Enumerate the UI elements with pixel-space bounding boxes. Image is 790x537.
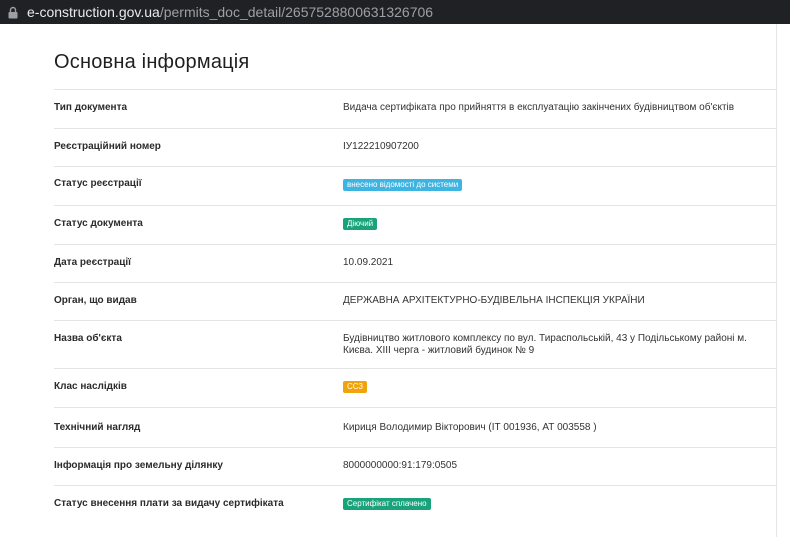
row-label: Статус документа — [54, 218, 143, 229]
row-label: Тип документа — [54, 102, 128, 113]
status-badge: Діючий — [343, 218, 378, 230]
url-path: /permits_doc_detail/2657528800631326706 — [159, 4, 434, 20]
payment-status-badge: Сертифікат сплачено — [343, 498, 431, 510]
info-row-technical-supervision: Технічний нагляд Кириця Володимир Віктор… — [54, 407, 776, 447]
row-label: Статус реєстрації — [54, 178, 142, 189]
row-label: Статус внесення плати за видачу сертифік… — [54, 498, 284, 509]
url-domain: e-construction.gov.ua — [27, 4, 160, 20]
page-title: Основна інформація — [54, 51, 250, 73]
info-row-registration-number: Реєстраційний номер ІУ122210907200 — [54, 128, 776, 166]
row-value: ІУ122210907200 — [343, 141, 419, 152]
info-row-object-name: Назва об'єкта Будівництво житлового комп… — [54, 320, 776, 368]
row-label: Технічний нагляд — [54, 422, 141, 433]
status-badge: внесено відомості до системи — [343, 179, 463, 191]
info-row-registration-status: Статус реєстрації внесено відомості до с… — [54, 166, 776, 205]
row-label: Реєстраційний номер — [54, 141, 161, 152]
row-label: Орган, що видав — [54, 295, 137, 306]
info-row-document-type: Тип документа Видача сертифіката про при… — [54, 89, 776, 128]
row-label: Дата реєстрації — [54, 257, 131, 268]
row-label: Назва об'єкта — [54, 333, 122, 344]
row-label: Клас наслідків — [54, 381, 127, 392]
lock-icon — [8, 6, 18, 19]
address-bar[interactable]: e-construction.gov.ua/permits_doc_detail… — [0, 0, 790, 24]
row-value: ДЕРЖАВНА АРХІТЕКТУРНО-БУДІВЕЛЬНА ІНСПЕКЦ… — [343, 295, 645, 306]
row-value: Видача сертифіката про прийняття в експл… — [343, 102, 735, 113]
main-content: Основна інформація Тип документа Видача … — [0, 24, 790, 523]
row-value: Будівництво житлового комплексу по вул. … — [343, 333, 747, 356]
info-row-document-status: Статус документа Діючий — [54, 205, 776, 244]
info-row-registration-date: Дата реєстрації 10.09.2021 — [54, 244, 776, 282]
info-row-payment-status: Статус внесення плати за видачу сертифік… — [54, 485, 776, 523]
row-label: Інформація про земельну ділянку — [54, 460, 223, 471]
info-row-land-plot: Інформація про земельну ділянку 80000000… — [54, 447, 776, 485]
info-row-issuing-authority: Орган, що видав ДЕРЖАВНА АРХІТЕКТУРНО-БУ… — [54, 282, 776, 320]
info-row-consequence-class: Клас наслідків СС3 — [54, 368, 776, 407]
row-value: 8000000000:91:179:0505 — [343, 460, 458, 471]
class-badge: СС3 — [343, 381, 368, 393]
row-value: 10.09.2021 — [343, 257, 394, 268]
row-value: Кириця Володимир Вікторович (ІТ 001936, … — [343, 422, 597, 433]
